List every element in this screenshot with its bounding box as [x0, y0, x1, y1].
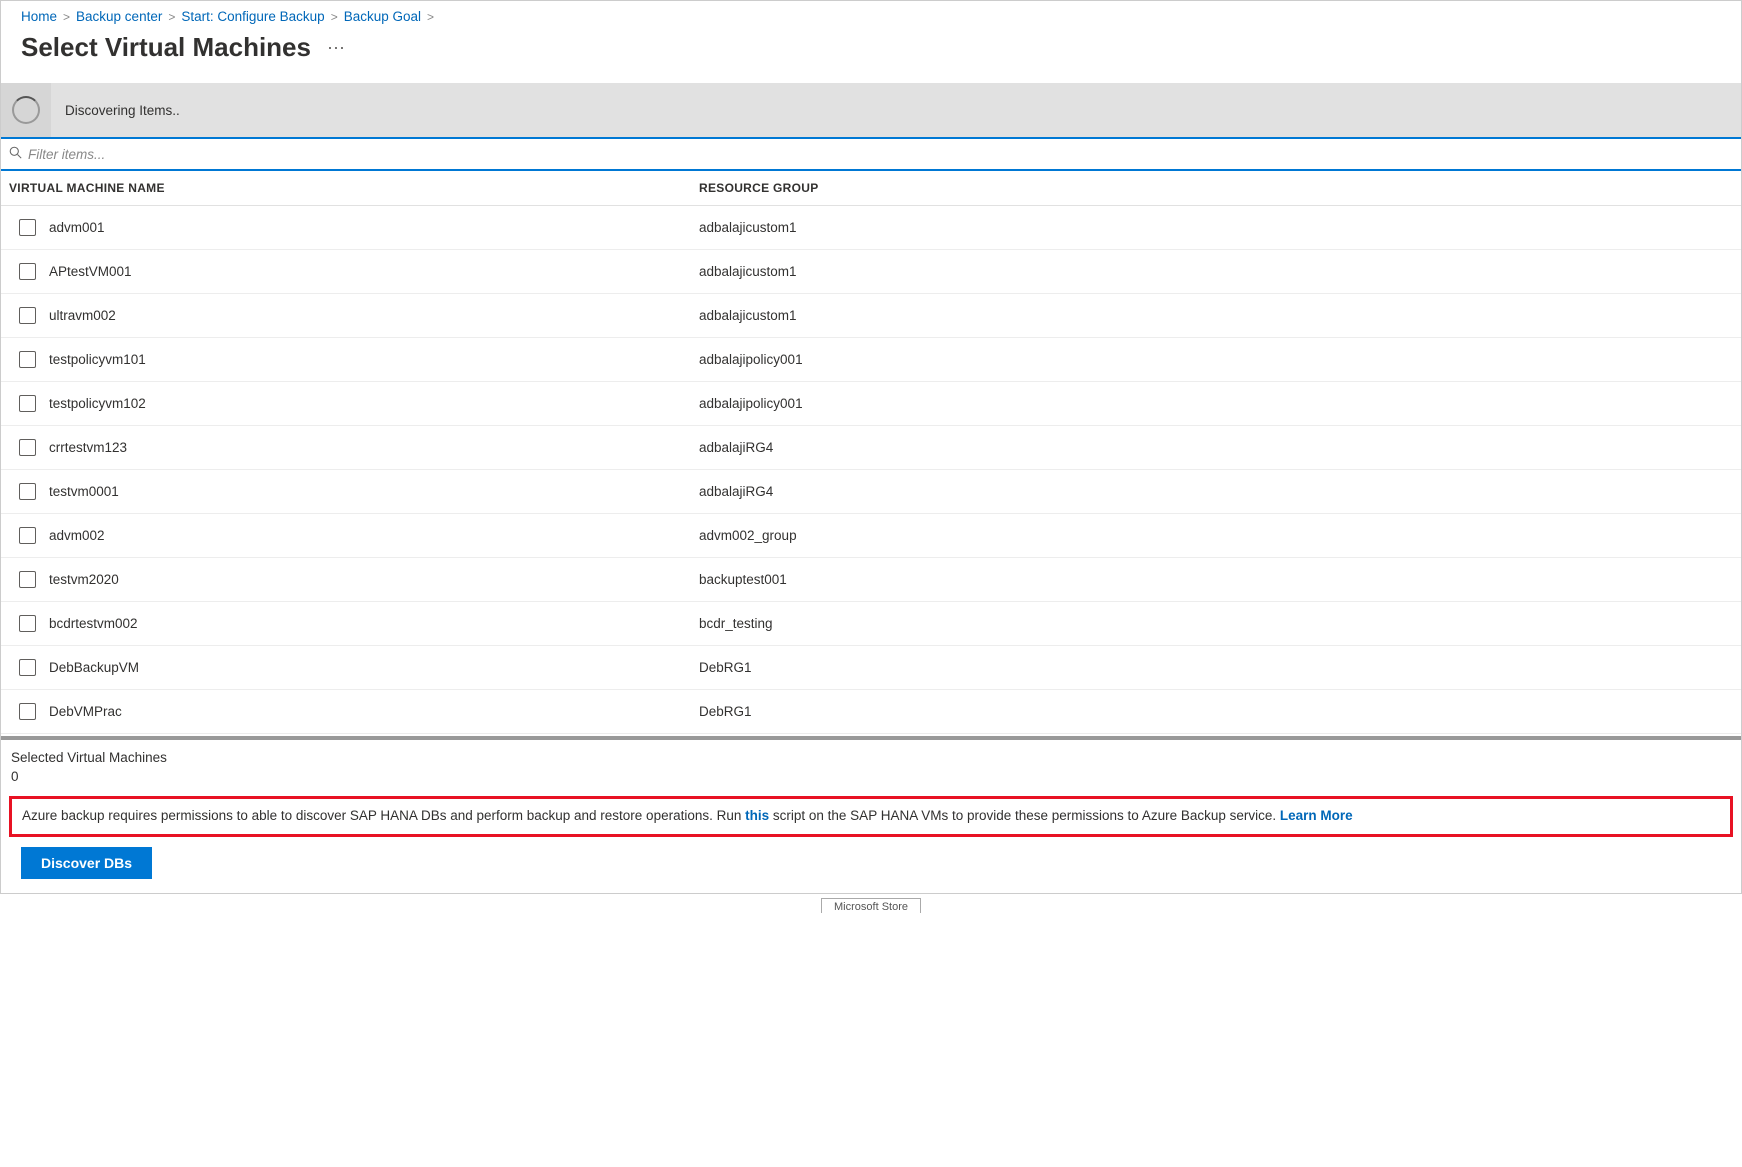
- breadcrumb-start-configure[interactable]: Start: Configure Backup: [181, 9, 324, 24]
- checkbox-wrap: [9, 351, 49, 368]
- checkbox-wrap: [9, 703, 49, 720]
- checkbox-wrap: [9, 395, 49, 412]
- row-resource-group: adbalajiRG4: [699, 440, 1733, 455]
- table-row[interactable]: DebBackupVMDebRG1: [1, 646, 1741, 690]
- permission-this-link[interactable]: this: [745, 808, 769, 823]
- row-resource-group: DebRG1: [699, 704, 1733, 719]
- chevron-right-icon: >: [168, 10, 175, 24]
- checkbox-wrap: [9, 307, 49, 324]
- spinner-box: [1, 83, 51, 137]
- checkbox-wrap: [9, 571, 49, 588]
- row-checkbox[interactable]: [19, 263, 36, 280]
- selected-label: Selected Virtual Machines: [11, 750, 1731, 765]
- discover-dbs-button[interactable]: Discover DBs: [21, 847, 152, 879]
- checkbox-wrap: [9, 439, 49, 456]
- table-row[interactable]: ultravm002adbalajicustom1: [1, 294, 1741, 338]
- col-header-resource-group: RESOURCE GROUP: [699, 181, 1733, 195]
- row-resource-group: advm002_group: [699, 528, 1733, 543]
- page-title: Select Virtual Machines: [21, 32, 311, 63]
- table-header: VIRTUAL MACHINE NAME RESOURCE GROUP: [1, 171, 1741, 206]
- row-resource-group: adbalajicustom1: [699, 220, 1733, 235]
- row-checkbox[interactable]: [19, 351, 36, 368]
- discovering-banner: Discovering Items..: [1, 83, 1741, 137]
- row-checkbox[interactable]: [19, 219, 36, 236]
- selected-section: Selected Virtual Machines 0: [1, 740, 1741, 790]
- row-resource-group: adbalajipolicy001: [699, 396, 1733, 411]
- row-resource-group: adbalajipolicy001: [699, 352, 1733, 367]
- row-checkbox[interactable]: [19, 703, 36, 720]
- table-row[interactable]: testvm0001adbalajiRG4: [1, 470, 1741, 514]
- row-vm-name: testvm0001: [49, 484, 699, 499]
- row-vm-name: APtestVM001: [49, 264, 699, 279]
- chevron-right-icon: >: [63, 10, 70, 24]
- row-checkbox[interactable]: [19, 439, 36, 456]
- row-vm-name: ultravm002: [49, 308, 699, 323]
- table-row[interactable]: crrtestvm123adbalajiRG4: [1, 426, 1741, 470]
- row-vm-name: bcdrtestvm002: [49, 616, 699, 631]
- breadcrumb-backup-center[interactable]: Backup center: [76, 9, 162, 24]
- row-vm-name: advm002: [49, 528, 699, 543]
- row-checkbox[interactable]: [19, 615, 36, 632]
- row-checkbox[interactable]: [19, 659, 36, 676]
- row-vm-name: DebVMPrac: [49, 704, 699, 719]
- row-resource-group: bcdr_testing: [699, 616, 1733, 631]
- table-row[interactable]: testpolicyvm101adbalajipolicy001: [1, 338, 1741, 382]
- checkbox-wrap: [9, 659, 49, 676]
- table-row[interactable]: advm002advm002_group: [1, 514, 1741, 558]
- row-resource-group: adbalajicustom1: [699, 308, 1733, 323]
- row-checkbox[interactable]: [19, 571, 36, 588]
- checkbox-wrap: [9, 219, 49, 236]
- row-resource-group: DebRG1: [699, 660, 1733, 675]
- row-resource-group: backuptest001: [699, 572, 1733, 587]
- chevron-right-icon: >: [427, 10, 434, 24]
- breadcrumb-backup-goal[interactable]: Backup Goal: [344, 9, 421, 24]
- row-resource-group: adbalajiRG4: [699, 484, 1733, 499]
- row-checkbox[interactable]: [19, 395, 36, 412]
- row-vm-name: testpolicyvm102: [49, 396, 699, 411]
- table-body: advm001adbalajicustom1APtestVM001adbalaj…: [1, 206, 1741, 734]
- table-row[interactable]: testpolicyvm102adbalajipolicy001: [1, 382, 1741, 426]
- permission-learn-more-link[interactable]: Learn More: [1280, 808, 1353, 823]
- filter-row: [1, 137, 1741, 171]
- permission-text-pre: Azure backup requires permissions to abl…: [22, 808, 745, 823]
- permission-banner: Azure backup requires permissions to abl…: [9, 796, 1733, 837]
- row-vm-name: DebBackupVM: [49, 660, 699, 675]
- checkbox-wrap: [9, 527, 49, 544]
- spinner-icon: [12, 96, 40, 124]
- row-checkbox[interactable]: [19, 483, 36, 500]
- taskbar-ms-store[interactable]: Microsoft Store: [821, 898, 921, 913]
- search-icon: [9, 146, 22, 162]
- row-vm-name: testvm2020: [49, 572, 699, 587]
- checkbox-wrap: [9, 483, 49, 500]
- breadcrumb: Home > Backup center > Start: Configure …: [1, 1, 1741, 28]
- col-header-vm-name: VIRTUAL MACHINE NAME: [9, 181, 699, 195]
- chevron-right-icon: >: [331, 10, 338, 24]
- table-row[interactable]: APtestVM001adbalajicustom1: [1, 250, 1741, 294]
- more-actions-button[interactable]: ···: [327, 37, 345, 58]
- checkbox-wrap: [9, 263, 49, 280]
- permission-text-mid: script on the SAP HANA VMs to provide th…: [769, 808, 1280, 823]
- table-row[interactable]: testvm2020backuptest001: [1, 558, 1741, 602]
- row-checkbox[interactable]: [19, 527, 36, 544]
- row-checkbox[interactable]: [19, 307, 36, 324]
- table-row[interactable]: DebVMPracDebRG1: [1, 690, 1741, 734]
- table-row[interactable]: bcdrtestvm002bcdr_testing: [1, 602, 1741, 646]
- row-vm-name: advm001: [49, 220, 699, 235]
- row-resource-group: adbalajicustom1: [699, 264, 1733, 279]
- discovering-text: Discovering Items..: [65, 103, 180, 118]
- checkbox-wrap: [9, 615, 49, 632]
- filter-input[interactable]: [28, 147, 1733, 162]
- table-row[interactable]: advm001adbalajicustom1: [1, 206, 1741, 250]
- selected-count: 0: [11, 769, 1731, 784]
- breadcrumb-home[interactable]: Home: [21, 9, 57, 24]
- row-vm-name: crrtestvm123: [49, 440, 699, 455]
- row-vm-name: testpolicyvm101: [49, 352, 699, 367]
